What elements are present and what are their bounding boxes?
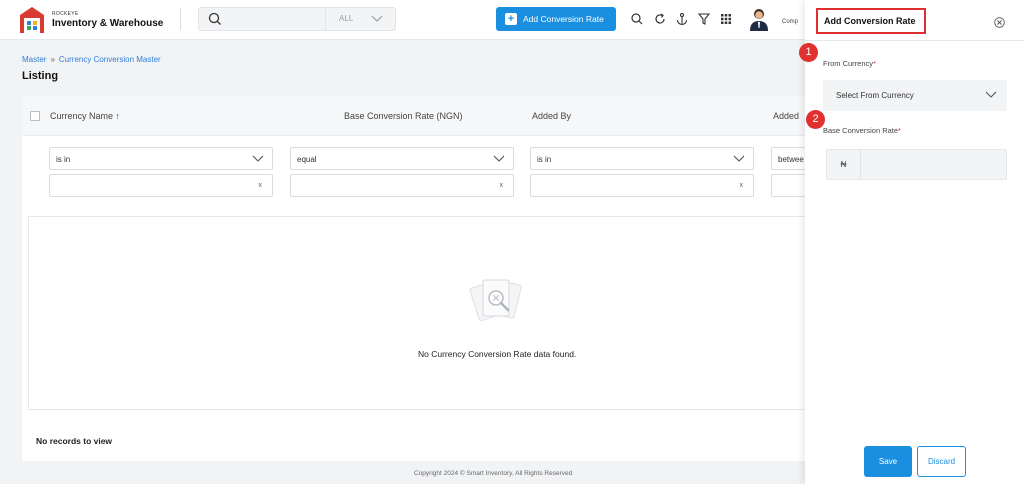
required-mark: * (898, 126, 901, 135)
from-currency-label: From Currency* (823, 59, 876, 68)
clear-icon[interactable]: x (259, 182, 263, 189)
breadcrumb: Master » Currency Conversion Master (22, 55, 161, 64)
breadcrumb-current[interactable]: Currency Conversion Master (59, 55, 161, 64)
plus-icon: + (505, 13, 517, 25)
global-search-bar[interactable]: ALL (198, 7, 396, 31)
filter-operator-value: equal (297, 155, 317, 164)
page-title: Listing (22, 70, 59, 82)
column-base-conversion-rate[interactable]: Base Conversion Rate (NGN) (344, 111, 463, 121)
filter-icon[interactable] (697, 12, 711, 26)
drawer-divider (805, 40, 1024, 41)
close-icon[interactable] (994, 17, 1005, 28)
brand-name: Inventory & Warehouse (52, 18, 164, 29)
base-rate-label-text: Base Conversion Rate (823, 126, 899, 135)
chevron-down-icon (985, 91, 997, 98)
table-header: Currency Name ↑ Base Conversion Rate (NG… (22, 96, 812, 136)
anchor-icon[interactable] (675, 12, 689, 26)
chevron-down-icon (493, 155, 505, 162)
breadcrumb-separator: » (50, 55, 55, 64)
filter-operator-value: is in (56, 155, 71, 164)
column-added-on[interactable]: Added (773, 111, 799, 121)
copyright-text: Copyright 2024 © Smart Inventory. All Ri… (414, 470, 573, 477)
filter-input-added-by[interactable]: x (530, 174, 754, 197)
header-divider (180, 8, 181, 30)
filter-operator-value: betwee (778, 155, 804, 164)
add-conversion-rate-button[interactable]: + Add Conversion Rate (496, 7, 616, 31)
empty-state-message: No Currency Conversion Rate data found. (418, 349, 577, 359)
clear-icon[interactable]: x (740, 182, 744, 189)
naira-currency-icon: ₦ (827, 150, 861, 179)
discard-button[interactable]: Discard (917, 446, 966, 477)
listing-table: Currency Name ↑ Base Conversion Rate (NG… (22, 96, 812, 461)
no-data-illustration-icon (469, 279, 522, 322)
filter-input-base-rate[interactable]: x (290, 174, 514, 197)
drawer-title: Add Conversion Rate (816, 8, 926, 34)
select-all-checkbox[interactable] (30, 111, 40, 121)
no-records-label: No records to view (36, 436, 113, 446)
add-conversion-rate-drawer: Add Conversion Rate 1 From Currency* Sel… (799, 0, 1024, 484)
base-rate-label: Base Conversion Rate* (823, 126, 901, 135)
clear-icon[interactable]: x (500, 182, 504, 189)
from-currency-select[interactable]: Select From Currency (823, 80, 1007, 111)
company-name[interactable]: Comp (782, 19, 798, 25)
refresh-icon[interactable] (653, 12, 667, 26)
from-currency-label-text: From Currency (823, 59, 874, 68)
column-currency-name[interactable]: Currency Name ↑ (50, 111, 120, 121)
search-icon[interactable] (630, 12, 644, 26)
search-separator (325, 8, 326, 30)
filter-operator-value: is in (537, 155, 552, 164)
empty-state-panel (28, 216, 812, 410)
step-badge-1: 1 (799, 43, 818, 62)
search-icon[interactable] (208, 12, 222, 26)
grid-apps-icon[interactable] (719, 12, 733, 26)
chevron-down-icon (252, 155, 264, 162)
filter-operator-added-by[interactable]: is in (530, 147, 754, 170)
filter-operator-currency-name[interactable]: is in (49, 147, 273, 170)
filter-operator-base-rate[interactable]: equal (290, 147, 514, 170)
add-conversion-rate-label: Add Conversion Rate (523, 14, 604, 24)
required-mark: * (873, 59, 876, 68)
user-avatar[interactable] (749, 7, 769, 31)
column-added-by[interactable]: Added By (532, 111, 571, 121)
filter-input-currency-name[interactable]: x (49, 174, 273, 197)
breadcrumb-master[interactable]: Master (22, 55, 46, 64)
from-currency-placeholder: Select From Currency (836, 91, 914, 100)
chevron-down-icon (733, 155, 745, 162)
warehouse-logo-icon[interactable] (19, 6, 45, 34)
save-button[interactable]: Save (864, 446, 912, 477)
chevron-down-icon[interactable] (371, 15, 383, 23)
base-conversion-rate-input[interactable]: ₦ (826, 149, 1007, 180)
brand-subtitle: ROCKEYE (52, 11, 79, 17)
search-scope-select[interactable]: ALL (339, 14, 353, 23)
